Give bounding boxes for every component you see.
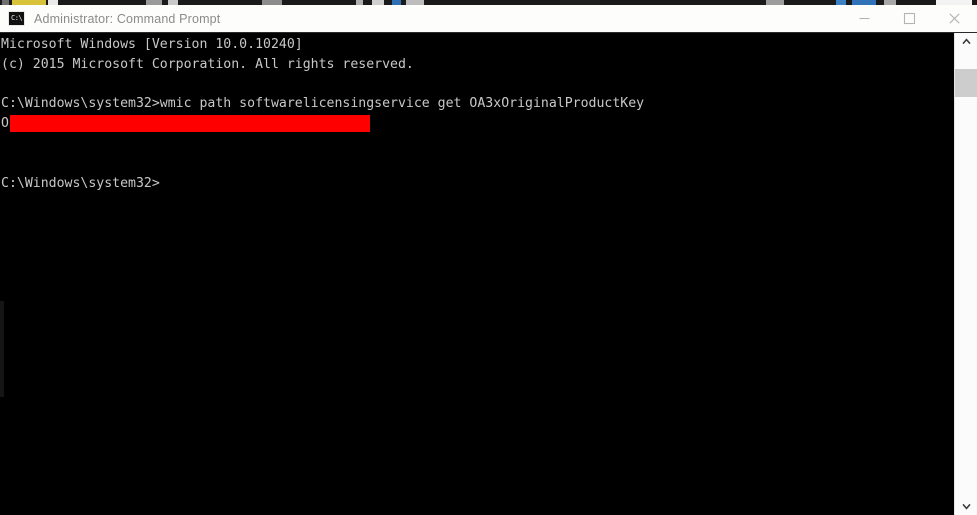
title-bar[interactable]: C:\ Administrator: Command Prompt <box>0 5 977 33</box>
command-prompt-window: C:\ Administrator: Command Prompt Micros… <box>0 5 977 515</box>
console-line-redacted-product-key: O <box>1 114 954 134</box>
chevron-up-icon <box>961 38 971 45</box>
edge-artifact <box>0 301 4 397</box>
close-button[interactable] <box>932 5 977 32</box>
console-line-copyright: (c) 2015 Microsoft Corporation. All righ… <box>1 56 414 72</box>
console-line-command: C:\Windows\system32>wmic path softwareli… <box>1 96 645 112</box>
maximize-button[interactable] <box>887 5 932 32</box>
window-title: Administrator: Command Prompt <box>34 11 221 26</box>
minimize-button[interactable] <box>842 5 887 32</box>
console-line-blank1 <box>1 75 954 95</box>
redacted-line-prefix: O <box>1 116 9 132</box>
console-line-prompt: C:\Windows\system32> <box>1 175 160 191</box>
scroll-up-button[interactable] <box>955 33 977 50</box>
screen: C:\ Administrator: Command Prompt Micros… <box>0 0 977 515</box>
scroll-down-button[interactable] <box>955 498 977 515</box>
cmd-icon-glyph: C:\ <box>11 14 23 22</box>
cmd-icon: C:\ <box>8 11 25 26</box>
chevron-down-icon <box>961 503 971 510</box>
redaction-bar <box>10 115 370 133</box>
console-line-blank3 <box>1 154 954 174</box>
console-line-blank2 <box>1 134 954 154</box>
scrollbar-track[interactable] <box>955 50 977 498</box>
scrollbar-thumb[interactable] <box>955 69 977 97</box>
console-output[interactable]: Microsoft Windows [Version 10.0.10240] (c… <box>0 33 954 515</box>
console-line-version: Microsoft Windows [Version 10.0.10240] <box>1 37 303 52</box>
vertical-scrollbar[interactable] <box>954 33 977 515</box>
window-controls <box>842 5 977 32</box>
